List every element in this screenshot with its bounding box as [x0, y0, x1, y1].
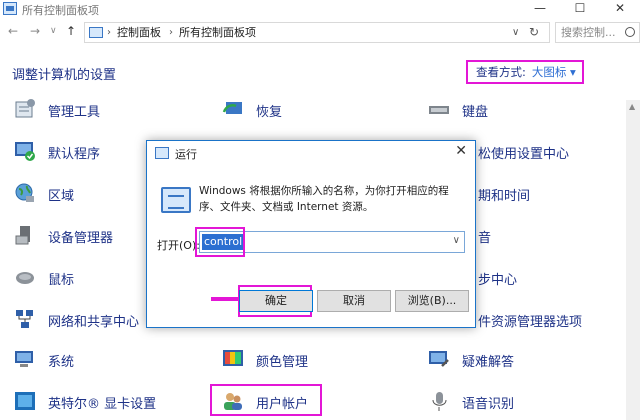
admin-tools-icon	[15, 99, 35, 118]
users-icon	[224, 393, 242, 410]
view-by-value[interactable]: 大图标 ▾	[532, 65, 576, 79]
run-icon	[155, 147, 169, 159]
view-by-label: 查看方式:	[476, 65, 526, 79]
back-button[interactable]: ←	[8, 24, 18, 38]
control-panel-icon	[89, 27, 103, 38]
keyboard-icon	[429, 106, 449, 114]
close-button[interactable]: ✕	[600, 0, 640, 18]
view-by-selector[interactable]: 查看方式: 大图标 ▾	[466, 60, 584, 84]
chevron-right-icon: ›	[169, 27, 173, 38]
breadcrumb-all-items[interactable]: 所有控制面板项	[179, 23, 256, 42]
device-manager-icon	[15, 226, 30, 245]
address-field[interactable]: › 控制面板 › 所有控制面板项 ∨ ↻	[84, 22, 550, 43]
microphone-icon	[432, 392, 447, 411]
forward-button[interactable]: →	[30, 24, 40, 38]
vertical-scrollbar[interactable]: ▲	[626, 100, 640, 420]
system-icon	[15, 351, 33, 367]
address-dropdown-icon[interactable]: ∨	[512, 23, 519, 42]
recovery-icon	[222, 102, 242, 114]
scroll-up-icon[interactable]: ▲	[629, 102, 635, 111]
cancel-button[interactable]: 取消	[317, 290, 391, 312]
open-label: 打开(O):	[157, 239, 200, 252]
refresh-icon[interactable]: ↻	[529, 23, 539, 42]
troubleshooting-icon	[429, 351, 449, 367]
window-title: 所有控制面板项	[22, 4, 99, 17]
browse-button[interactable]: 浏览(B)...	[395, 290, 469, 312]
search-input[interactable]: 搜索控制...	[555, 22, 640, 43]
network-icon	[16, 310, 33, 328]
ok-button[interactable]: 确定	[239, 290, 313, 312]
control-panel-icon	[3, 2, 17, 15]
up-button[interactable]: ↑	[66, 24, 76, 38]
minimize-button[interactable]: —	[520, 0, 560, 18]
command-highlight	[195, 227, 245, 257]
run-large-icon	[161, 187, 191, 213]
maximize-button[interactable]: ☐	[560, 0, 600, 18]
globe-icon	[15, 183, 34, 202]
run-dialog: 运行 ✕ Windows 将根据你所输入的名称，为你打开相应的程序、文件夹、文档…	[146, 140, 476, 328]
intel-graphics-icon	[15, 392, 35, 410]
search-icon	[625, 27, 635, 37]
chevron-right-icon: ›	[107, 27, 111, 38]
dialog-description: Windows 将根据你所输入的名称，为你打开相应的程序、文件夹、文档或 Int…	[199, 185, 449, 213]
title-bar: 所有控制面板项 — ☐ ✕	[0, 0, 640, 18]
mouse-icon	[16, 272, 34, 284]
recent-dropdown-icon[interactable]: ∨	[50, 26, 57, 36]
search-placeholder: 搜索控制...	[561, 26, 616, 39]
default-programs-icon	[15, 142, 35, 161]
dialog-close-button[interactable]: ✕	[455, 143, 467, 159]
breadcrumb-control-panel[interactable]: 控制面板	[117, 23, 161, 42]
dialog-title: 运行	[175, 148, 197, 161]
color-management-icon	[223, 350, 243, 366]
chevron-down-icon[interactable]: ∨	[453, 235, 460, 246]
page-title: 调整计算机的设置	[12, 68, 117, 83]
address-bar-row: ← → ∨ ↑ › 控制面板 › 所有控制面板项 ∨ ↻ 搜索控制...	[0, 19, 640, 45]
